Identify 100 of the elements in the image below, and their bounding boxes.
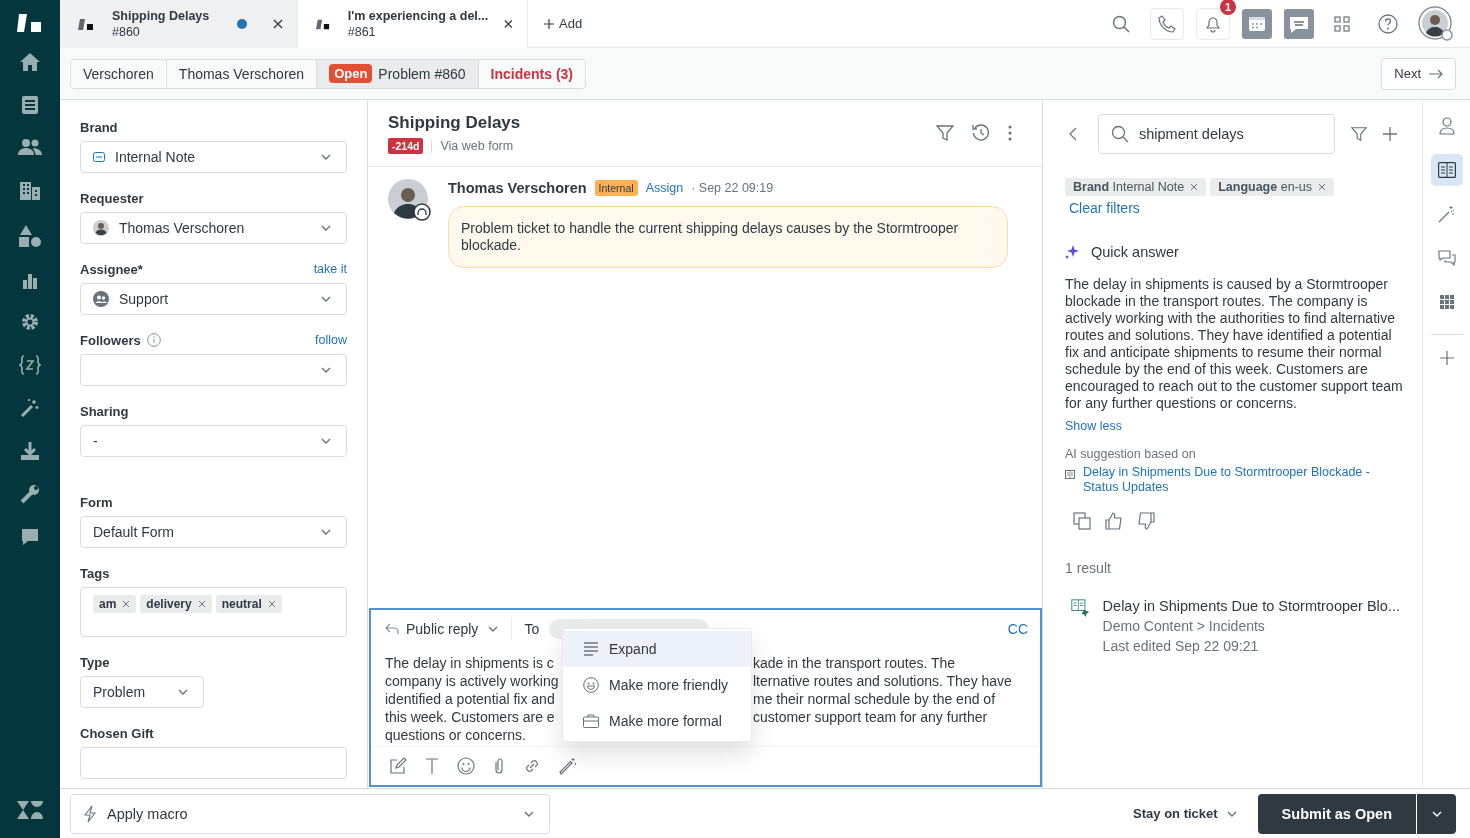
action-link[interactable]: follow <box>315 333 347 347</box>
download-icon[interactable] <box>20 441 40 461</box>
user-avatar[interactable] <box>1418 5 1454 42</box>
reply-text: The delay in shipments is c <box>385 654 555 672</box>
select-field[interactable] <box>80 354 347 386</box>
copy-icon[interactable] <box>1073 512 1091 530</box>
brand-icon <box>93 152 105 162</box>
wrench-icon[interactable] <box>20 484 40 504</box>
book-panel-button[interactable] <box>1430 154 1463 186</box>
book-icon <box>1437 162 1456 178</box>
select-value: Support <box>119 291 169 307</box>
settings-icon[interactable] <box>20 312 40 332</box>
thumbs-up-icon[interactable] <box>1105 512 1123 530</box>
chat-app-icon[interactable] <box>1284 8 1314 39</box>
zendesk-logo-icon[interactable] <box>16 800 44 820</box>
search-icon[interactable] <box>1112 14 1130 33</box>
assign-link[interactable]: Assign <box>645 181 684 195</box>
wand-icon[interactable] <box>559 757 577 775</box>
close-icon[interactable] <box>273 18 283 29</box>
breadcrumb-tab[interactable]: Open Problem #860 <box>317 59 479 88</box>
clear-filters-link[interactable]: Clear filters <box>1069 200 1400 216</box>
ticket-tab[interactable]: Shipping Delays #860 <box>60 0 298 48</box>
breadcrumb-tab[interactable]: Verschoren <box>71 59 167 88</box>
source-article-link[interactable]: Delay in Shipments Due to Stormtrooper Blockade - Status Updates <box>1083 465 1383 495</box>
home-icon[interactable] <box>19 52 41 72</box>
reply-mode-dropdown[interactable]: Public reply <box>385 621 502 637</box>
macro-placeholder: Apply macro <box>107 805 188 822</box>
briefcase-icon <box>583 714 599 728</box>
remove-icon[interactable] <box>267 600 276 608</box>
reply-editor[interactable] <box>369 608 1042 787</box>
shapes-icon[interactable] <box>18 224 42 248</box>
chat-icon[interactable] <box>20 527 40 547</box>
filter-icon[interactable] <box>1351 126 1367 142</box>
select-field[interactable]: Default Form <box>80 516 347 548</box>
comment-time: · Sep 22 09:19 <box>691 181 774 195</box>
filter-chip[interactable]: Brand Internal Note <box>1065 178 1207 196</box>
remove-icon[interactable] <box>197 600 206 608</box>
remove-icon[interactable] <box>1190 183 1199 191</box>
tab-title: Shipping Delays <box>112 7 211 24</box>
emoji-icon[interactable] <box>457 757 475 775</box>
back-icon[interactable] <box>1069 127 1077 141</box>
add-tab-button[interactable]: Add <box>544 16 583 31</box>
help-icon[interactable] <box>1378 13 1398 34</box>
tab-number: #860 <box>112 23 141 40</box>
attachment-icon[interactable] <box>493 757 505 775</box>
text-field[interactable] <box>80 747 347 779</box>
apply-macro-field[interactable]: Apply macro <box>70 793 550 834</box>
action-link[interactable]: take it <box>313 262 347 276</box>
select-value: Default Form <box>93 524 174 540</box>
phone-button[interactable] <box>1150 7 1184 40</box>
answer-text: The delay in shipments is caused by a Stormtrooper blockade in the transport routes. The company is actively working with the authorities to find alternative routes and solutions. They have identified a potential fix and anticipate shipments to resume their normal schedule by the end of this week. Customers are encouraged to reach out to the customer support team for any further questions or concerns. <box>1065 276 1404 412</box>
select-field[interactable]: Support <box>80 283 347 315</box>
building-icon[interactable] <box>19 179 41 201</box>
search-field[interactable]: shipment delays <box>1098 114 1335 154</box>
close-icon[interactable] <box>504 18 513 29</box>
remove-icon[interactable] <box>1317 183 1326 191</box>
show-less-link[interactable]: Show less <box>1065 419 1400 433</box>
history-icon[interactable] <box>972 124 990 142</box>
lightning-icon <box>83 804 97 823</box>
link-icon[interactable] <box>523 757 541 775</box>
views-icon[interactable] <box>21 95 39 115</box>
chart-icon[interactable] <box>21 271 39 289</box>
menu-item[interactable]: Make more formal <box>563 703 751 739</box>
more-icon[interactable] <box>1008 125 1012 141</box>
wand-icon[interactable] <box>20 398 40 418</box>
tags-field[interactable]: am delivery neutral <box>80 587 347 637</box>
select-value: Problem <box>93 684 146 700</box>
select-field[interactable]: Internal Note <box>80 141 347 173</box>
select-field[interactable]: Thomas Verschoren <box>80 212 347 244</box>
next-button[interactable]: Next <box>1381 57 1456 90</box>
calendar-app-icon[interactable] <box>1242 8 1272 39</box>
compose-icon[interactable] <box>389 757 407 775</box>
people-icon[interactable] <box>18 138 42 156</box>
field-label: Chosen Gift <box>80 725 154 741</box>
apps-grid-icon[interactable] <box>1334 15 1350 32</box>
ticket-tab[interactable]: I'm experiencing a del... #861 <box>298 0 528 48</box>
menu-item[interactable]: Make more friendly <box>563 667 751 703</box>
ticket-title: Shipping Delays <box>388 112 521 133</box>
avatar-icon <box>93 220 109 236</box>
thumbs-down-icon[interactable] <box>1137 512 1155 530</box>
tag: am <box>93 595 137 613</box>
cc-link[interactable]: CC <box>1007 621 1028 637</box>
code-braces-icon[interactable] <box>19 355 41 375</box>
result-title: Delay in Shipments Due to Stormtrooper Blo... <box>1102 597 1400 616</box>
search-result[interactable]: Delay in Shipments Due to Stormtrooper Blo... Demo Content > Incidents Last edited Sep 22 09:21 <box>1071 596 1400 656</box>
select-value: Internal Note <box>115 149 196 165</box>
filter-chip[interactable]: Language en-us <box>1210 178 1334 196</box>
remove-icon[interactable] <box>122 600 131 608</box>
select-field[interactable]: - <box>80 425 347 457</box>
field-label: Form <box>80 494 113 510</box>
field-label: Sharing <box>80 403 129 419</box>
menu-item[interactable]: Expand <box>563 631 751 667</box>
plus-icon[interactable] <box>1383 127 1397 141</box>
filter-icon[interactable] <box>936 124 954 142</box>
reply-text: me their normal schedule by the end of <box>753 690 996 708</box>
ai-suggestion-label: AI suggestion based on <box>1065 447 1197 461</box>
select-field[interactable]: Problem <box>80 676 204 708</box>
logo-icon[interactable] <box>17 12 43 34</box>
stay-on-ticket-dropdown[interactable]: Stay on ticket <box>1133 805 1240 822</box>
reply-text: customer support team for any further <box>753 708 988 726</box>
